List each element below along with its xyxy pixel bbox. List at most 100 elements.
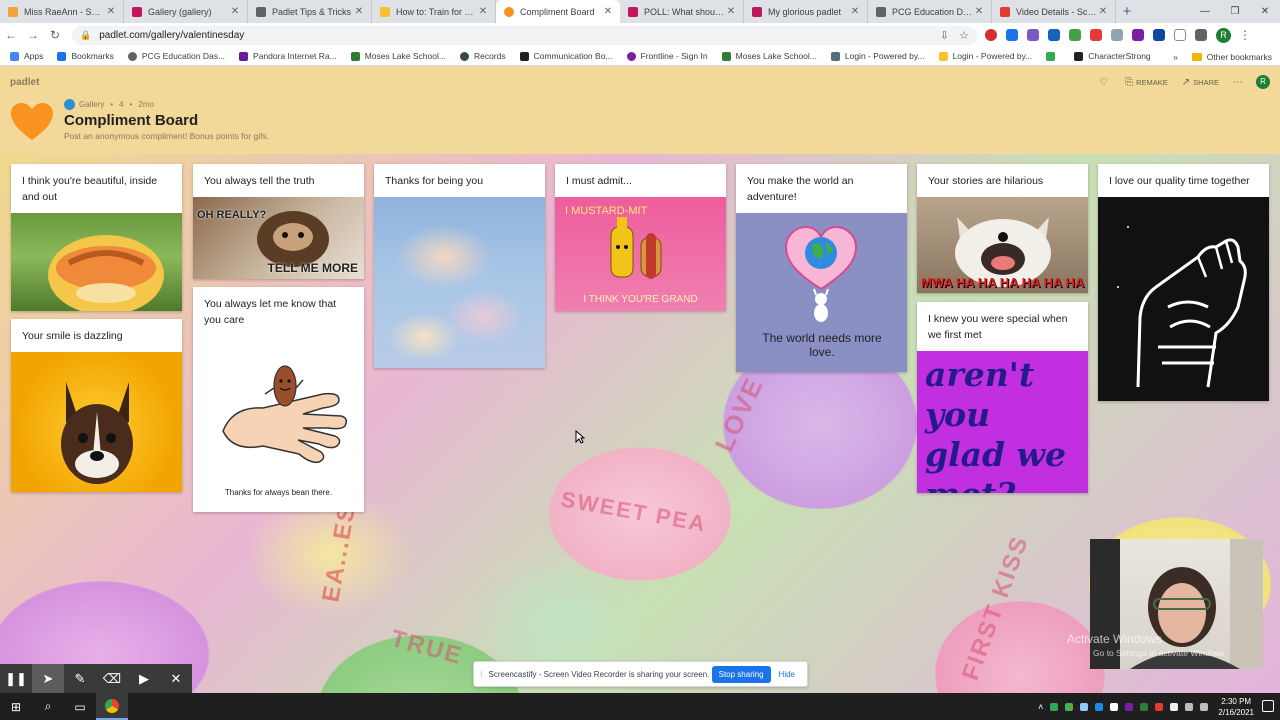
padlet-logo[interactable]: padlet bbox=[10, 77, 39, 88]
bookmark-item[interactable]: Pandora Internet Ra... bbox=[239, 51, 337, 61]
post-card[interactable]: You make the world an adventure! The wor… bbox=[736, 164, 907, 372]
notification-icon[interactable] bbox=[1262, 700, 1274, 712]
close-icon[interactable]: ✕ bbox=[229, 6, 241, 17]
extension-icon[interactable] bbox=[1153, 29, 1165, 41]
bookmark-item[interactable]: Moses Lake School... bbox=[721, 51, 817, 61]
close-icon[interactable]: ✕ bbox=[477, 6, 489, 17]
author-name[interactable]: Gallery bbox=[79, 100, 104, 109]
post-card[interactable]: You always tell the truth OH REALLY? TEL… bbox=[193, 164, 364, 279]
reload-icon[interactable]: ↻ bbox=[44, 28, 66, 42]
extension-icon[interactable] bbox=[1069, 29, 1081, 41]
lock-icon[interactable]: 🔒 bbox=[80, 30, 91, 41]
chevron-up-icon[interactable]: ˄ bbox=[1038, 702, 1043, 712]
puzzle-icon[interactable] bbox=[1195, 29, 1207, 41]
post-card[interactable]: I think you're beautiful, inside and out bbox=[11, 164, 182, 311]
menu-icon[interactable]: ⋮ bbox=[1239, 28, 1251, 42]
extension-icon[interactable] bbox=[1090, 29, 1102, 41]
post-card[interactable]: I must admit... I MUSTARD-MIT I THINK YO… bbox=[555, 164, 726, 311]
extension-icon[interactable] bbox=[1132, 29, 1144, 41]
post-card[interactable]: I knew you were special when we first me… bbox=[917, 302, 1088, 493]
restore-icon[interactable]: ❐ bbox=[1220, 0, 1250, 23]
close-icon[interactable]: ✕ bbox=[1097, 6, 1109, 17]
tray-icon[interactable] bbox=[1155, 702, 1164, 711]
extension-icon[interactable] bbox=[1027, 29, 1039, 41]
browser-tab[interactable]: My glorious padlet ✕ bbox=[744, 0, 868, 23]
remake-button[interactable]: ⎘ REMAKE bbox=[1125, 77, 1168, 88]
like-button[interactable]: ♡ bbox=[1099, 77, 1111, 88]
bookmark-item[interactable]: CharacterStrong bbox=[1074, 51, 1151, 61]
forward-icon[interactable]: → bbox=[22, 28, 44, 42]
wifi-icon[interactable] bbox=[1185, 702, 1194, 711]
close-icon[interactable]: ✕ bbox=[353, 6, 365, 17]
eraser-icon[interactable]: ⌫ bbox=[96, 664, 128, 693]
post-card[interactable]: Your stories are hilarious MWA HA HA HA … bbox=[917, 164, 1088, 293]
bookmark-item[interactable] bbox=[1046, 51, 1060, 61]
windows-start-icon[interactable]: ⊞ bbox=[0, 693, 32, 720]
address-bar[interactable]: 🔒 padlet.com/gallery/valentinesday ⇩ ☆ bbox=[72, 25, 977, 45]
stop-sharing-button[interactable]: Stop sharing bbox=[711, 665, 771, 683]
tray-icon[interactable] bbox=[1080, 702, 1089, 711]
browser-tab-active[interactable]: Compliment Board ✕ bbox=[496, 0, 620, 23]
back-icon[interactable]: ← bbox=[0, 28, 22, 42]
browser-tab[interactable]: Padlet Tips & Tricks ✕ bbox=[248, 0, 372, 23]
bookmark-item[interactable]: Login - Powered by... bbox=[830, 51, 925, 61]
pen-icon[interactable]: ✎ bbox=[64, 664, 96, 693]
bookmark-star-icon[interactable]: ☆ bbox=[959, 29, 969, 42]
tray-icon[interactable] bbox=[1095, 702, 1104, 711]
share-button[interactable]: ↗ SHARE bbox=[1182, 77, 1219, 88]
tray-icon[interactable] bbox=[1125, 702, 1134, 711]
bookmark-item[interactable]: Frontline - Sign In bbox=[626, 51, 708, 61]
tray-icon[interactable] bbox=[1170, 702, 1179, 711]
extension-icon[interactable] bbox=[1048, 29, 1060, 41]
browser-tab[interactable]: How to: Train for your ✕ bbox=[372, 0, 496, 23]
volume-icon[interactable] bbox=[1200, 702, 1209, 711]
bookmark-item[interactable]: Apps bbox=[10, 51, 43, 61]
pause-icon[interactable]: ❚❚ bbox=[0, 664, 32, 693]
profile-avatar[interactable]: R bbox=[1216, 27, 1231, 43]
post-card[interactable]: You always let me know that you care Tha… bbox=[193, 287, 364, 512]
extension-icon[interactable] bbox=[985, 29, 997, 41]
browser-tab[interactable]: Video Details - Screen ✕ bbox=[992, 0, 1116, 23]
close-icon[interactable]: ✕ bbox=[602, 6, 614, 17]
new-tab-button[interactable]: + bbox=[1116, 0, 1138, 23]
browser-tab[interactable]: Gallery (gallery) ✕ bbox=[124, 0, 248, 23]
post-card[interactable]: Your smile is dazzling bbox=[11, 319, 182, 492]
tray-icon[interactable] bbox=[1110, 702, 1119, 711]
bookmark-item[interactable]: Bookmarks bbox=[57, 51, 114, 61]
chrome-taskbar-icon[interactable] bbox=[96, 693, 128, 720]
tray-icon[interactable] bbox=[1140, 702, 1149, 711]
close-icon[interactable]: ✕ bbox=[105, 6, 117, 17]
user-avatar[interactable]: R bbox=[1256, 75, 1270, 89]
browser-tab[interactable]: PCG Education Dashbo✕ bbox=[868, 0, 992, 23]
camera-icon[interactable]: ▶ bbox=[128, 664, 160, 693]
tray-icon[interactable] bbox=[1065, 702, 1074, 711]
cursor-icon[interactable]: ➤ bbox=[32, 664, 64, 693]
post-card[interactable]: I love our quality time together bbox=[1098, 164, 1269, 401]
drag-handle-icon[interactable]: ⁞ bbox=[480, 669, 483, 679]
close-icon[interactable]: ✕ bbox=[160, 664, 192, 693]
search-icon[interactable]: ⌕ bbox=[32, 693, 64, 720]
post-card[interactable]: Thanks for being you bbox=[374, 164, 545, 368]
bookmark-item[interactable]: Records bbox=[459, 51, 506, 61]
browser-tab[interactable]: POLL: What should the✕ bbox=[620, 0, 744, 23]
bookmark-item[interactable]: Login - Powered by... bbox=[938, 51, 1032, 61]
clock[interactable]: 2:30 PM 2/16/2021 bbox=[1218, 696, 1254, 718]
more-button[interactable]: ⋯ bbox=[1233, 77, 1246, 88]
close-icon[interactable]: ✕ bbox=[849, 6, 861, 17]
bookmark-item[interactable]: Communication Bo... bbox=[519, 51, 613, 61]
browser-tab[interactable]: Miss RaeAnn - Speech✕ bbox=[0, 0, 124, 23]
install-icon[interactable]: ⇩ bbox=[940, 29, 949, 42]
other-bookmarks[interactable]: » Other bookmarks bbox=[1173, 47, 1272, 66]
hide-button[interactable]: Hide bbox=[779, 670, 795, 679]
close-icon[interactable]: ✕ bbox=[725, 6, 737, 17]
close-icon[interactable]: ✕ bbox=[973, 6, 985, 17]
bookmark-item[interactable]: PCG Education Das... bbox=[127, 51, 225, 61]
extension-icon[interactable] bbox=[1006, 29, 1018, 41]
extension-icon[interactable] bbox=[1111, 29, 1123, 41]
task-view-icon[interactable]: ▭ bbox=[64, 693, 96, 720]
extension-icon[interactable] bbox=[1174, 29, 1186, 41]
minimize-icon[interactable]: — bbox=[1190, 0, 1220, 23]
chevron-right-icon[interactable]: » bbox=[1173, 52, 1178, 62]
bookmark-item[interactable]: Moses Lake School... bbox=[350, 51, 446, 61]
close-window-icon[interactable]: ✕ bbox=[1250, 0, 1280, 23]
